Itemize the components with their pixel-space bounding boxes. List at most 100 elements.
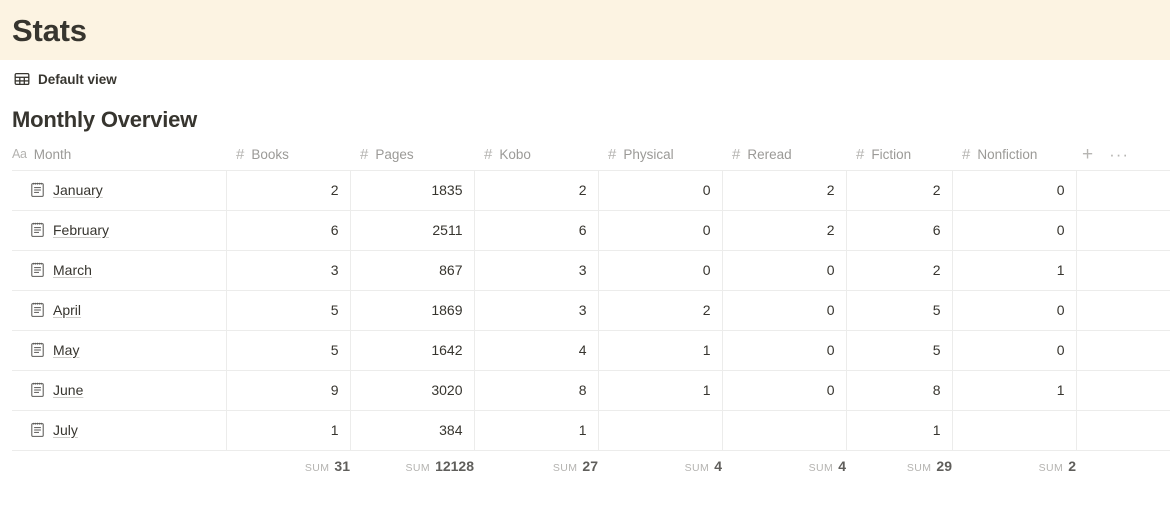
table-body: January 2 1835 2 0 2 2 0 February 6 2511… [12, 169, 1170, 451]
table-row[interactable]: June 9 3020 8 1 0 8 1 [12, 369, 1170, 410]
summary-cell-nonfiction[interactable]: SUM 2 [952, 450, 1076, 483]
more-options-icon[interactable]: ··· [1109, 146, 1129, 163]
cell-reread[interactable]: 0 [722, 249, 847, 290]
table-row[interactable]: January 2 1835 2 0 2 2 0 [12, 169, 1170, 210]
page-icon [30, 422, 45, 438]
cell-books[interactable]: 2 [226, 169, 351, 210]
summary-cell-fiction[interactable]: SUM 29 [846, 450, 952, 483]
cell-books[interactable]: 5 [226, 289, 351, 330]
row-page-link[interactable]: July [53, 422, 78, 438]
cell-reread[interactable]: 0 [722, 329, 847, 370]
sum-value: 29 [936, 457, 952, 474]
cell-kobo[interactable]: 2 [474, 169, 599, 210]
column-header-reread[interactable]: # Reread [722, 139, 846, 170]
view-tab-default[interactable]: Default view [38, 72, 117, 87]
cell-physical[interactable] [598, 409, 723, 451]
cell-reread[interactable] [722, 409, 847, 451]
cell-fiction[interactable]: 5 [846, 329, 953, 370]
cell-kobo[interactable]: 6 [474, 209, 599, 250]
cell-books[interactable]: 6 [226, 209, 351, 250]
cell-kobo[interactable]: 1 [474, 409, 599, 451]
cell-pages[interactable]: 1869 [350, 289, 475, 330]
cell-pages[interactable]: 384 [350, 409, 475, 451]
cell-fiction[interactable]: 5 [846, 289, 953, 330]
number-type-icon: # [608, 145, 617, 163]
cell-nonfiction[interactable]: 0 [952, 209, 1077, 250]
cell-nonfiction[interactable] [952, 409, 1077, 451]
cell-kobo[interactable]: 3 [474, 289, 599, 330]
row-title-cell[interactable]: February [12, 209, 227, 250]
row-page-link[interactable]: March [53, 262, 92, 278]
cell-physical[interactable]: 0 [598, 249, 723, 290]
cell-fiction[interactable]: 8 [846, 369, 953, 410]
column-header-kobo[interactable]: # Kobo [474, 139, 598, 170]
cell-fiction[interactable]: 1 [846, 409, 953, 451]
column-header-books[interactable]: # Books [226, 139, 350, 170]
cell-pages[interactable]: 1642 [350, 329, 475, 370]
cell-physical[interactable]: 2 [598, 289, 723, 330]
cell-reread[interactable]: 2 [722, 209, 847, 250]
cell-physical[interactable]: 1 [598, 369, 723, 410]
cell-reread[interactable]: 0 [722, 369, 847, 410]
row-title-cell[interactable]: June [12, 369, 227, 410]
summary-cell-physical[interactable]: SUM 4 [598, 450, 722, 483]
cell-physical[interactable]: 0 [598, 209, 723, 250]
table-row[interactable]: July 1 384 1 1 [12, 409, 1170, 451]
sum-value: 31 [334, 457, 350, 474]
column-header-physical[interactable]: # Physical [598, 139, 722, 170]
cell-nonfiction[interactable]: 1 [952, 249, 1077, 290]
cell-trailing [1076, 409, 1170, 451]
add-column-icon[interactable]: + [1082, 145, 1093, 164]
cell-fiction[interactable]: 6 [846, 209, 953, 250]
row-title-cell[interactable]: March [12, 249, 227, 290]
summary-cell-books[interactable]: SUM 31 [226, 450, 350, 483]
row-title-cell[interactable]: July [12, 409, 227, 451]
cell-physical[interactable]: 1 [598, 329, 723, 370]
cell-nonfiction[interactable]: 0 [952, 169, 1077, 210]
cell-books[interactable]: 3 [226, 249, 351, 290]
row-page-link[interactable]: February [53, 222, 109, 238]
number-type-icon: # [484, 145, 493, 163]
sum-value: 4 [714, 457, 722, 474]
cell-nonfiction[interactable]: 0 [952, 289, 1077, 330]
table-grid-icon [14, 71, 30, 87]
cell-books[interactable]: 1 [226, 409, 351, 451]
table-row[interactable]: February 6 2511 6 0 2 6 0 [12, 209, 1170, 250]
cell-nonfiction[interactable]: 0 [952, 329, 1077, 370]
cell-kobo[interactable]: 8 [474, 369, 599, 410]
cell-pages[interactable]: 2511 [350, 209, 475, 250]
cell-pages[interactable]: 867 [350, 249, 475, 290]
row-title-cell[interactable]: April [12, 289, 227, 330]
table-row[interactable]: March 3 867 3 0 0 2 1 [12, 249, 1170, 290]
cell-books[interactable]: 9 [226, 369, 351, 410]
summary-cell-kobo[interactable]: SUM 27 [474, 450, 598, 483]
row-page-link[interactable]: April [53, 302, 81, 318]
table-row[interactable]: April 5 1869 3 2 0 5 0 [12, 289, 1170, 330]
column-header-fiction[interactable]: # Fiction [846, 139, 952, 170]
row-page-link[interactable]: January [53, 182, 103, 198]
cell-fiction[interactable]: 2 [846, 169, 953, 210]
row-title-cell[interactable]: May [12, 329, 227, 370]
row-page-link[interactable]: May [53, 342, 79, 358]
column-header-nonfiction[interactable]: # Nonfiction [952, 139, 1076, 170]
cell-reread[interactable]: 0 [722, 289, 847, 330]
cell-physical[interactable]: 0 [598, 169, 723, 210]
cell-trailing [1076, 249, 1170, 290]
row-page-link[interactable]: June [53, 382, 83, 398]
table-row[interactable]: May 5 1642 4 1 0 5 0 [12, 329, 1170, 370]
summary-cell-reread[interactable]: SUM 4 [722, 450, 846, 483]
summary-cell-month [12, 450, 226, 483]
column-header-month[interactable]: Aa Month [12, 139, 226, 170]
row-title-cell[interactable]: January [12, 169, 227, 210]
column-header-pages[interactable]: # Pages [350, 139, 474, 170]
cell-fiction[interactable]: 2 [846, 249, 953, 290]
sum-label: SUM [906, 461, 932, 474]
cell-kobo[interactable]: 4 [474, 329, 599, 370]
cell-books[interactable]: 5 [226, 329, 351, 370]
cell-kobo[interactable]: 3 [474, 249, 599, 290]
cell-reread[interactable]: 2 [722, 169, 847, 210]
cell-nonfiction[interactable]: 1 [952, 369, 1077, 410]
summary-cell-pages[interactable]: SUM 12128 [350, 450, 474, 483]
cell-pages[interactable]: 3020 [350, 369, 475, 410]
cell-pages[interactable]: 1835 [350, 169, 475, 210]
